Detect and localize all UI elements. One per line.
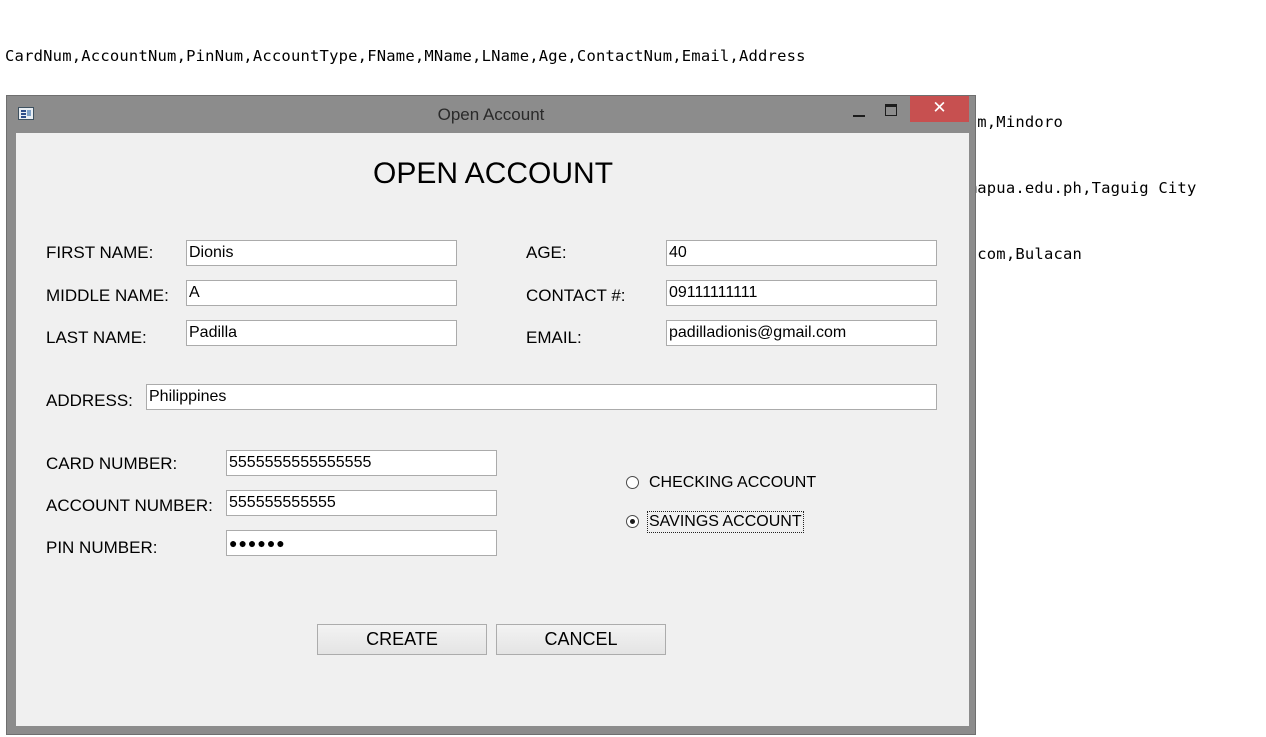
account-number-field[interactable]: 555555555555 — [226, 490, 497, 516]
card-number-label: CARD NUMBER: — [46, 454, 178, 473]
checking-account-radio[interactable]: CHECKING ACCOUNT — [626, 473, 826, 495]
last-name-field[interactable]: Padilla — [186, 320, 457, 346]
email-field[interactable]: padilladionis@gmail.com — [666, 320, 937, 346]
open-account-window: Open Account ✕ OPEN ACCOUNT FIRST NAME: … — [6, 95, 976, 735]
savings-account-label: SAVINGS ACCOUNT — [647, 511, 804, 533]
first-name-label: FIRST NAME: — [46, 243, 154, 262]
minimize-button[interactable] — [845, 99, 873, 121]
close-icon: ✕ — [932, 98, 947, 118]
account-number-label: ACCOUNT NUMBER: — [46, 496, 213, 515]
first-name-field[interactable]: Dionis — [186, 240, 457, 266]
checking-account-label: CHECKING ACCOUNT — [649, 474, 817, 491]
contact-label: CONTACT #: — [526, 286, 626, 305]
middle-name-field[interactable]: A — [186, 280, 457, 306]
form-area: OPEN ACCOUNT FIRST NAME: Dionis MIDDLE N… — [16, 133, 969, 726]
contact-field[interactable]: 09111111111 — [666, 280, 937, 306]
title-bar[interactable]: Open Account ✕ — [7, 96, 975, 133]
age-label: AGE: — [526, 243, 567, 262]
create-button[interactable]: CREATE — [317, 624, 487, 655]
middle-name-label: MIDDLE NAME: — [46, 286, 169, 305]
window-title: Open Account — [437, 105, 545, 124]
age-field[interactable]: 40 — [666, 240, 937, 266]
csv-header-line: CardNum,AccountNum,PinNum,AccountType,FN… — [5, 47, 806, 65]
address-field[interactable]: Philippines — [146, 384, 937, 410]
savings-account-radio[interactable]: SAVINGS ACCOUNT — [626, 511, 826, 534]
pin-number-label: PIN NUMBER: — [46, 538, 158, 557]
radio-checked-icon — [626, 515, 639, 528]
maximize-button[interactable] — [877, 99, 905, 121]
address-label: ADDRESS: — [46, 391, 133, 410]
card-number-field[interactable]: 5555555555555555 — [226, 450, 497, 476]
form-heading: OPEN ACCOUNT — [372, 157, 614, 190]
close-button[interactable]: ✕ — [910, 96, 969, 122]
email-label: EMAIL: — [526, 328, 582, 347]
last-name-label: LAST NAME: — [46, 328, 147, 347]
radio-unchecked-icon — [626, 476, 639, 489]
cancel-button[interactable]: CANCEL — [496, 624, 666, 655]
pin-number-field[interactable]: ●●●●●● — [226, 530, 497, 556]
